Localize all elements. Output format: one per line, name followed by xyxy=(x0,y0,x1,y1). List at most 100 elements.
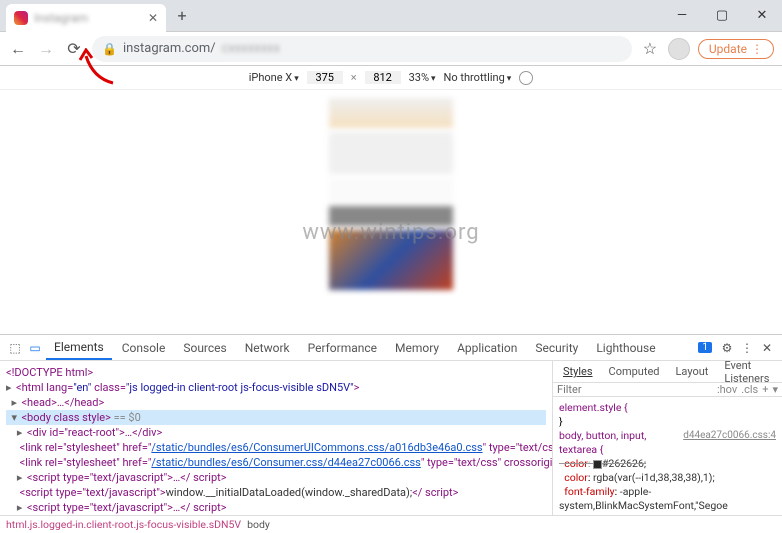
styles-filter-row: :hov .cls + ▾ xyxy=(553,383,782,397)
hov-toggle[interactable]: :hov xyxy=(717,383,737,396)
tab-title: Instagram xyxy=(34,11,88,25)
tab-security[interactable]: Security xyxy=(527,335,586,360)
tab-lighthouse[interactable]: Lighthouse xyxy=(588,335,663,360)
add-rule-icon[interactable]: + xyxy=(762,383,768,396)
styles-rules[interactable]: element.style { } d44ea27c0066.css:4 body… xyxy=(553,397,782,515)
more-icon[interactable]: ⋮ xyxy=(738,341,756,355)
profile-avatar[interactable] xyxy=(668,38,690,60)
css-brace: } xyxy=(559,415,776,429)
styles-panel: Styles Computed Layout Event Listeners :… xyxy=(552,361,782,515)
window-titlebar: Instagram ✕ + — ▢ ✕ xyxy=(0,0,782,32)
tab-computed[interactable]: Computed xyxy=(603,365,666,378)
css-prop[interactable]: font-family xyxy=(564,485,614,498)
instagram-icon xyxy=(14,11,28,25)
css-selector[interactable]: body, button, input, textarea { xyxy=(559,429,646,456)
cls-toggle[interactable]: .cls xyxy=(741,383,758,396)
styles-tabs: Styles Computed Layout Event Listeners xyxy=(553,361,782,383)
zoom-select[interactable]: 33% xyxy=(409,71,436,84)
device-mode-icon[interactable]: ▭ xyxy=(26,341,44,355)
dom-breadcrumb[interactable]: html.js.logged-in.client-root.js-focus-v… xyxy=(0,515,782,533)
preview-block xyxy=(329,132,453,174)
bookmark-star-icon[interactable]: ☆ xyxy=(640,39,660,58)
tab-elements[interactable]: Elements xyxy=(46,335,112,360)
dom-attr: class= xyxy=(91,381,126,394)
back-button[interactable]: ← xyxy=(8,39,28,59)
tab-sources[interactable]: Sources xyxy=(175,335,234,360)
annotation-arrow xyxy=(78,48,118,88)
rotate-icon[interactable] xyxy=(519,71,533,85)
devtools-panel: ⬚ ▭ Elements Console Sources Network Per… xyxy=(0,334,782,533)
dom-line[interactable]: <!DOCTYPE html> xyxy=(6,366,93,379)
settings-icon[interactable]: ⚙ xyxy=(718,341,736,355)
viewport-width-input[interactable] xyxy=(307,71,343,84)
device-select[interactable]: iPhone X xyxy=(249,71,299,84)
maximize-button[interactable]: ▢ xyxy=(702,2,742,30)
dom-tree[interactable]: <!DOCTYPE html> ▸<html lang="en" class="… xyxy=(0,361,552,515)
tab-application[interactable]: Application xyxy=(449,335,525,360)
tab-performance[interactable]: Performance xyxy=(300,335,385,360)
issues-badge[interactable]: 1 xyxy=(698,342,712,353)
update-button[interactable]: Update ⋮ xyxy=(698,39,774,59)
dom-line: " type="text/css" crossorigin="anonymous… xyxy=(421,456,552,469)
tab-event-listeners[interactable]: Event Listeners xyxy=(718,361,778,385)
page-preview[interactable] xyxy=(329,98,453,294)
forward-button[interactable]: → xyxy=(36,39,56,59)
css-prop[interactable]: color xyxy=(564,457,588,470)
dom-line[interactable]: <script type="text/javascript"> xyxy=(20,486,166,499)
css-source-link[interactable]: d44ea27c0066.css:4 xyxy=(683,429,776,443)
tab-memory[interactable]: Memory xyxy=(387,335,447,360)
throttling-select[interactable]: No throttling xyxy=(444,71,512,84)
tab-styles[interactable]: Styles xyxy=(557,365,599,378)
dom-line[interactable]: <link rel="stylesheet" href=" xyxy=(20,441,152,454)
color-swatch[interactable] xyxy=(593,460,602,469)
dom-line: </ script> xyxy=(412,486,458,499)
dom-line[interactable]: <script type="text/javascript">…</ scrip… xyxy=(27,501,227,514)
dom-line[interactable]: <div id="react-root">…</div> xyxy=(27,426,162,439)
preview-block xyxy=(329,206,453,226)
crumb-item[interactable]: html.js.logged-in.client-root.js-focus-v… xyxy=(6,518,241,531)
dom-sel-marker: == $0 xyxy=(111,411,141,424)
url-path: cxxxxxxxx xyxy=(222,41,280,56)
tab-console[interactable]: Console xyxy=(114,335,174,360)
devtools-tabs: ⬚ ▭ Elements Console Sources Network Per… xyxy=(0,335,782,361)
css-value[interactable]: rgba(var(--i1d,38,38,38),1); xyxy=(593,471,715,484)
dom-line[interactable]: <body class style> xyxy=(21,411,110,424)
inspect-icon[interactable]: ⬚ xyxy=(6,341,24,355)
css-value[interactable]: #262626; xyxy=(602,457,646,470)
new-tab-button[interactable]: + xyxy=(170,6,194,25)
close-devtools-icon[interactable]: ✕ xyxy=(758,341,776,355)
dom-line: " type="text/css" crossorigin="anonymous… xyxy=(483,441,552,454)
minimize-button[interactable]: — xyxy=(662,2,702,30)
url-host: instagram.com/ xyxy=(123,41,216,56)
dom-line[interactable]: <head>…</head> xyxy=(21,396,104,409)
dom-line[interactable]: <html lang= xyxy=(16,381,73,394)
preview-block xyxy=(329,98,453,128)
dom-attr: "js logged-in client-root js-focus-visib… xyxy=(126,381,354,394)
panel-menu-icon[interactable]: ▾ xyxy=(772,383,778,396)
tab-layout[interactable]: Layout xyxy=(670,365,715,378)
crumb-item[interactable]: body xyxy=(247,518,270,531)
dom-line[interactable]: <link rel="stylesheet" href=" xyxy=(20,456,152,469)
tab-network[interactable]: Network xyxy=(237,335,298,360)
preview-block xyxy=(329,230,453,290)
update-label: Update xyxy=(709,42,747,56)
close-window-button[interactable]: ✕ xyxy=(742,2,782,30)
css-prop[interactable]: color xyxy=(564,471,588,484)
dom-attr: "en" xyxy=(73,381,91,394)
dom-attr: > xyxy=(354,381,360,394)
menu-dots-icon[interactable]: ⋮ xyxy=(751,42,763,56)
dom-link[interactable]: /static/bundles/es6/ConsumerUICommons.cs… xyxy=(151,441,482,454)
browser-tab[interactable]: Instagram ✕ xyxy=(6,4,166,32)
css-selector[interactable]: element.style { xyxy=(559,401,628,414)
dim-separator: × xyxy=(351,71,357,84)
dom-text: window.__initialDataLoaded(window._share… xyxy=(166,486,413,499)
styles-filter-input[interactable] xyxy=(557,383,713,396)
dom-line[interactable]: <script type="text/javascript">…</ scrip… xyxy=(27,471,227,484)
url-input[interactable]: 🔒 instagram.com/cxxxxxxxx xyxy=(92,36,632,62)
preview-block xyxy=(329,178,453,202)
window-controls: — ▢ ✕ xyxy=(662,2,782,30)
viewport-height-input[interactable] xyxy=(365,71,401,84)
device-viewport: www.wintips.org xyxy=(0,90,782,334)
dom-link[interactable]: /static/bundles/es6/Consumer.css/d44ea27… xyxy=(151,456,420,469)
close-tab-icon[interactable]: ✕ xyxy=(148,11,158,25)
